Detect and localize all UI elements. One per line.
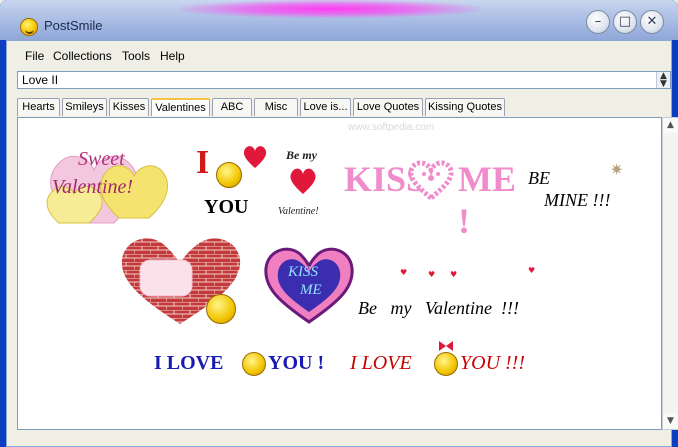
you-text: YOU	[204, 196, 249, 218]
heart-icon: ♥	[528, 266, 536, 275]
collection-select[interactable]: Love II ▲ ▼	[17, 71, 671, 89]
tab-love-quotes[interactable]: Love Quotes	[353, 98, 423, 116]
minimize-button[interactable]: –	[586, 10, 610, 34]
menu-help[interactable]: Help	[160, 49, 185, 63]
brick-heart-image[interactable]	[118, 230, 244, 328]
menu-collections[interactable]: Collections	[53, 49, 112, 63]
title-bar[interactable]: PostSmile – □ ✕	[0, 0, 678, 40]
tab-misc[interactable]: Misc	[254, 98, 298, 116]
kiss-me-image[interactable]: KISS ME !	[344, 158, 534, 241]
kiss-me-heart-image[interactable]: KISS ME	[262, 242, 356, 326]
valentine-text: Valentine!	[52, 176, 134, 198]
tab-kisses[interactable]: Kisses	[109, 98, 149, 116]
i-love-you-line-image[interactable]: I LOVE YOU ! I LOVE YOU !!!	[154, 341, 534, 384]
be-my-valentine-image[interactable]: ♥ ♥ ♥ ♥ Be my Valentine !!!	[358, 266, 588, 328]
i-love-you-image[interactable]: I YOU	[190, 144, 270, 224]
valentine-small-text: Valentine!	[278, 206, 319, 217]
scroll-down-arrow-icon[interactable]: ▼	[663, 414, 678, 429]
i-love-text: I LOVE	[154, 352, 224, 374]
vertical-scrollbar[interactable]: ▲ ▼	[662, 117, 678, 430]
menu-tools[interactable]: Tools	[122, 49, 150, 63]
mine-text: MINE !!!	[544, 190, 611, 210]
be-text: BE	[528, 168, 550, 188]
tab-hearts[interactable]: Hearts	[17, 98, 60, 116]
be-my-valentine-text: Be my Valentine !!!	[358, 298, 519, 318]
heart-icon: ♥	[428, 270, 436, 279]
tab-love-is[interactable]: Love is...	[300, 98, 351, 116]
smiley-icon	[206, 294, 236, 324]
collection-select-value: Love II	[22, 73, 59, 87]
smiley-gallery: www.softpedia.com Sweet Valentine! I YOU…	[17, 117, 662, 430]
tab-valentines[interactable]: Valentines	[151, 98, 210, 116]
maximize-button[interactable]: □	[613, 10, 637, 34]
you-red-text: YOU !!!	[460, 352, 525, 374]
heart-icon: ♥	[400, 268, 408, 277]
tab-smileys[interactable]: Smileys	[62, 98, 107, 116]
kiss-heart-text: KISS	[288, 264, 318, 280]
be-mine-image[interactable]: BE MINE !!! ✷	[528, 160, 648, 216]
dropdown-arrows-icon[interactable]: ▲ ▼	[656, 72, 670, 89]
me-heart-text: ME	[300, 282, 322, 298]
i-text: I	[196, 144, 210, 181]
sweet-valentine-image[interactable]: Sweet Valentine!	[44, 138, 176, 230]
menu-bar: File Collections Tools Help	[7, 45, 671, 67]
window-title: PostSmile	[44, 18, 103, 33]
i-love-red-text: I LOVE	[350, 352, 412, 374]
heart-icon: ♥	[450, 270, 458, 279]
menu-file[interactable]: File	[25, 49, 44, 63]
app-window: PostSmile – □ ✕ File Collections Tools H…	[0, 0, 678, 447]
watermark: www.softpedia.com	[348, 122, 435, 133]
sweet-text: Sweet	[78, 148, 125, 170]
smiley-with-bow-icon	[434, 352, 458, 376]
me-text: ME !	[458, 159, 516, 241]
smiley-icon	[216, 162, 242, 188]
you-blue-text: YOU !	[268, 352, 325, 374]
app-smiley-icon	[20, 18, 38, 36]
client-area: File Collections Tools Help Love II ▲ ▼ H…	[6, 40, 678, 447]
smiley-icon	[242, 352, 266, 376]
scroll-up-arrow-icon[interactable]: ▲	[663, 118, 678, 133]
tab-kissing-quotes[interactable]: Kissing Quotes	[425, 98, 505, 116]
be-my-text: Be my	[286, 148, 317, 162]
be-my-valentine-small-image[interactable]: Be my Valentine!	[274, 148, 344, 224]
close-button[interactable]: ✕	[640, 10, 664, 34]
sparkle-icon: ✷	[610, 160, 624, 179]
tab-abc[interactable]: ABC	[212, 98, 252, 116]
